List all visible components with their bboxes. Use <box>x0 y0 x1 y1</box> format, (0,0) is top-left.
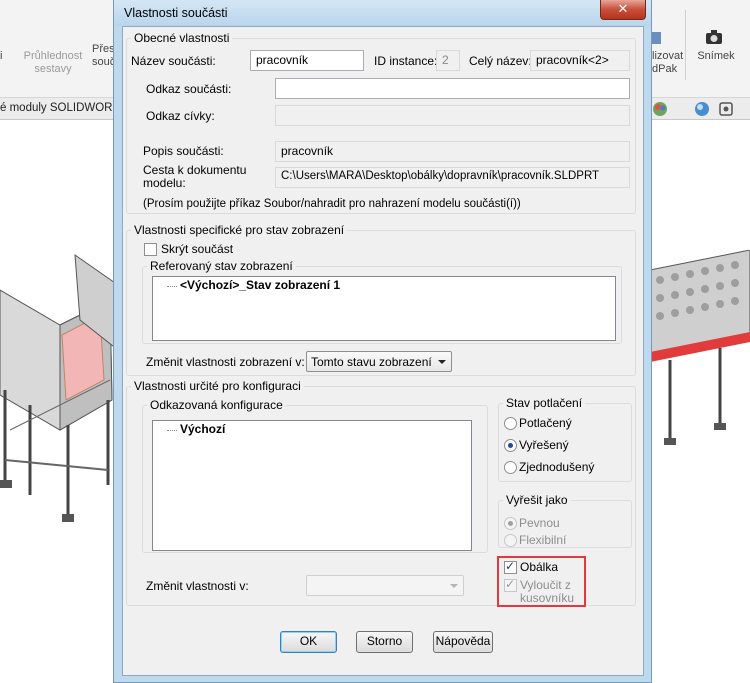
addins-tab-label[interactable]: é moduly SOLIDWORKS <box>0 102 128 114</box>
highlight-box <box>497 556 586 607</box>
component-reference-label: Odkaz součásti: <box>146 82 232 96</box>
change-config-label: Změnit vlastnosti v: <box>146 579 249 593</box>
cancel-button[interactable]: Storno <box>356 631 413 653</box>
rigid-radio <box>504 517 517 530</box>
chevron-down-icon <box>450 584 458 588</box>
conveyor-model-right <box>650 250 750 445</box>
rigid-label: Pevnou <box>519 516 560 530</box>
simplified-radio[interactable] <box>504 461 517 474</box>
resolved-radio[interactable] <box>504 439 517 452</box>
close-icon: ✕ <box>617 1 629 16</box>
config-properties-legend: Vlastnosti určité pro konfiguraci <box>131 379 304 393</box>
replace-note: (Prosím použijte příkaz Soubor/nahradit … <box>143 198 521 210</box>
suppression-state-legend: Stav potlačení <box>503 396 586 410</box>
referenced-display-state-legend: Referovaný stav zobrazení <box>147 259 296 273</box>
conveyor-model-left <box>0 253 119 522</box>
coil-reference-field <box>275 105 630 126</box>
full-name-field: pracovník<2> <box>530 50 630 71</box>
dialog-titlebar[interactable]: Vlastnosti součásti ✕ <box>114 0 651 26</box>
display-properties-legend: Vlastnosti specifické pro stav zobrazení <box>131 223 348 237</box>
component-name-label: Název součásti: <box>131 54 216 68</box>
change-display-dropdown[interactable]: Tomto stavu zobrazení <box>306 351 452 372</box>
model-path-field: C:\Users\MARA\Desktop\obálky\dopravník\p… <box>275 167 630 188</box>
appearance-icon[interactable] <box>652 101 668 120</box>
tree-connector <box>167 286 177 287</box>
suppressed-label: Potlačený <box>519 416 572 430</box>
component-description-label: Popis součásti: <box>143 144 224 158</box>
instance-id-field: 2 <box>436 50 460 71</box>
change-config-dropdown <box>306 575 464 596</box>
component-description-field: pracovník <box>275 141 630 162</box>
change-display-value: Tomto stavu zobrazení <box>311 355 432 369</box>
hide-component-label: Skrýt součást <box>161 242 234 256</box>
model-path-label: Cesta k dokumentu <box>143 163 247 177</box>
suppressed-radio[interactable] <box>504 417 517 430</box>
help-button[interactable]: Nápověda <box>433 631 493 653</box>
full-name-label: Celý název: <box>469 54 532 68</box>
component-properties-dialog: Vlastnosti součásti ✕ Obecné vlastnosti … <box>113 0 652 683</box>
display-state-item[interactable]: <Výchozí>_Stav zobrazení 1 <box>180 278 340 292</box>
transparency-button[interactable]: Průhlednost sestavy <box>20 50 86 76</box>
scene-icon[interactable] <box>694 101 710 120</box>
display-state-list[interactable]: <Výchozí>_Stav zobrazení 1 <box>152 276 616 341</box>
hide-component-checkbox[interactable] <box>144 243 157 256</box>
close-button[interactable]: ✕ <box>600 0 646 20</box>
config-list[interactable]: Výchozí <box>152 420 472 551</box>
component-reference-field[interactable] <box>275 78 630 99</box>
ribbon-partial-item: i <box>0 50 3 62</box>
component-name-field[interactable]: pracovník <box>250 50 364 71</box>
flexible-label: Flexibilní <box>519 533 567 547</box>
change-display-label: Změnit vlastnosti zobrazení v: <box>146 355 305 369</box>
ok-button[interactable]: OK <box>280 631 337 653</box>
model-path-label-2: modelu: <box>143 176 186 190</box>
simplified-label: Zjednodušený <box>519 460 595 474</box>
pack-icon <box>652 31 662 48</box>
snapshot-button[interactable]: Snímek <box>696 50 736 63</box>
chevron-down-icon <box>438 360 446 364</box>
dialog-client: Obecné vlastnosti Název součásti: pracov… <box>122 26 644 676</box>
referenced-config-legend: Odkazovaná konfigurace <box>147 398 286 412</box>
solve-as-legend: Vyřešit jako <box>503 493 571 507</box>
camera-icon <box>705 29 723 48</box>
flexible-radio <box>504 534 517 547</box>
config-item[interactable]: Výchozí <box>180 422 225 436</box>
tree-connector <box>167 430 177 431</box>
view-settings-icon[interactable] <box>718 101 734 120</box>
general-properties-legend: Obecné vlastnosti <box>131 31 233 45</box>
visualize-pack-button[interactable]: lizovat dPak <box>652 50 686 76</box>
instance-id-label: ID instance: <box>374 54 438 68</box>
resolved-label: Vyřešený <box>519 438 569 452</box>
coil-reference-label: Odkaz cívky: <box>146 109 215 123</box>
dialog-title: Vlastnosti součásti <box>124 6 228 20</box>
